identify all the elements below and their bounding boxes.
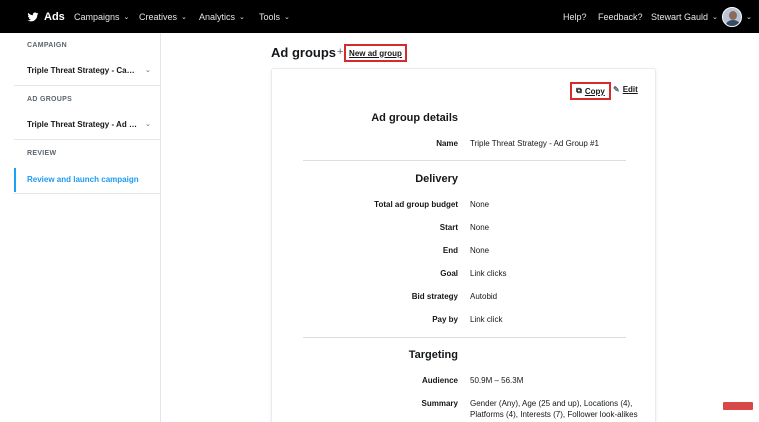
new-ad-group-label: New ad group — [349, 48, 402, 58]
edit-label: Edit — [622, 85, 638, 94]
sidebar-campaign-heading: CAMPAIGN — [27, 42, 67, 49]
nav-campaigns-label: Campaigns — [74, 11, 120, 22]
field-value-end: None — [470, 246, 490, 255]
field-label-audience: Audience — [421, 376, 458, 385]
field-value-audience: 50.9M – 56.3M — [470, 376, 524, 385]
field-label-pay-by: Pay by — [432, 315, 458, 324]
nav-creatives-label: Creatives — [139, 11, 178, 22]
field-value-start: None — [470, 223, 490, 232]
section-divider — [303, 337, 626, 338]
active-indicator — [14, 168, 16, 192]
video-watermark-badge — [723, 402, 753, 410]
pencil-icon: ✎ — [613, 85, 620, 94]
chevron-down-icon: ⌄ — [123, 13, 130, 21]
nav-creatives[interactable]: Creatives ⌄ — [139, 0, 187, 33]
section-title-targeting: Targeting — [408, 349, 458, 361]
logo-text: Ads — [44, 10, 65, 23]
avatar[interactable] — [722, 7, 742, 27]
field-value-budget: None — [470, 200, 490, 209]
avatar-chevron-down-icon[interactable]: ⌄ — [746, 13, 752, 21]
field-value-goal: Link clicks — [470, 269, 507, 278]
field-label-goal: Goal — [440, 269, 458, 278]
sidebar-item-adgroup[interactable]: Triple Threat Strategy - Ad Group #1 — [27, 120, 139, 129]
sidebar-review-heading: REVIEW — [27, 150, 57, 157]
sidebar-divider — [14, 85, 161, 86]
chevron-down-icon: ⌄ — [239, 13, 245, 21]
sidebar-divider — [14, 193, 161, 194]
field-value-bid-strategy: Autobid — [470, 292, 498, 301]
field-value-pay-by: Link click — [470, 315, 503, 324]
nav-tools[interactable]: Tools ⌄ — [259, 0, 290, 33]
sidebar-item-review-launch[interactable]: Review and launch campaign — [27, 175, 139, 184]
sidebar-adgroups-heading: AD GROUPS — [27, 96, 73, 103]
user-name: Stewart Gauld — [651, 11, 709, 22]
section-divider — [303, 160, 626, 161]
copy-icon: ⧉ — [576, 86, 582, 95]
top-navigation-bar: Ads Campaigns ⌄ Creatives ⌄ Analytics ⌄ Too… — [0, 0, 759, 33]
field-value-name: Triple Threat Strategy - Ad Group #1 — [470, 139, 599, 148]
nav-analytics-label: Analytics — [199, 11, 236, 22]
chevron-down-icon: ⌄ — [181, 13, 187, 21]
page-title: Ad groups — [271, 45, 336, 60]
field-label-start: Start — [439, 223, 458, 232]
twitter-bird-icon — [27, 12, 39, 21]
ads-home-link[interactable]: Ads — [27, 0, 65, 33]
feedback-link[interactable]: Feedback? — [598, 0, 643, 33]
help-link[interactable]: Help? — [563, 0, 587, 33]
copy-label: Copy — [584, 86, 605, 96]
user-menu[interactable]: Stewart Gauld ⌄ — [651, 0, 718, 33]
field-label-bid-strategy: Bid strategy — [411, 292, 458, 301]
sidebar-divider — [14, 139, 161, 140]
field-label-budget: Total ad group budget — [374, 200, 458, 209]
field-value-summary-line1: Gender (Any), Age (25 and up), Locations… — [470, 399, 633, 408]
copy-button[interactable]: ⧉ Copy — [570, 82, 611, 100]
section-title-details: Ad group details — [371, 112, 458, 124]
field-label-end: End — [442, 246, 458, 255]
sidebar-item-campaign[interactable]: Triple Threat Strategy - Campaign — [27, 66, 139, 75]
nav-analytics[interactable]: Analytics ⌄ — [199, 0, 245, 33]
chevron-down-icon[interactable]: ⌄ — [145, 120, 151, 128]
chevron-down-icon[interactable]: ⌄ — [145, 66, 151, 74]
nav-campaigns[interactable]: Campaigns ⌄ — [74, 0, 129, 33]
new-ad-group-button[interactable]: New ad group — [344, 44, 407, 62]
chevron-down-icon: ⌄ — [284, 13, 290, 21]
plus-icon: + — [337, 46, 344, 58]
sidebar: CAMPAIGN Triple Threat Strategy - Campai… — [14, 33, 161, 422]
nav-tools-label: Tools — [259, 11, 281, 22]
chevron-down-icon: ⌄ — [712, 13, 718, 21]
section-title-delivery: Delivery — [415, 173, 458, 185]
field-label-name: Name — [436, 139, 458, 148]
field-value-summary-line2: Platforms (4), Interests (7), Follower l… — [470, 410, 638, 419]
field-label-summary: Summary — [421, 399, 458, 408]
edit-button[interactable]: ✎ Edit — [613, 85, 638, 94]
